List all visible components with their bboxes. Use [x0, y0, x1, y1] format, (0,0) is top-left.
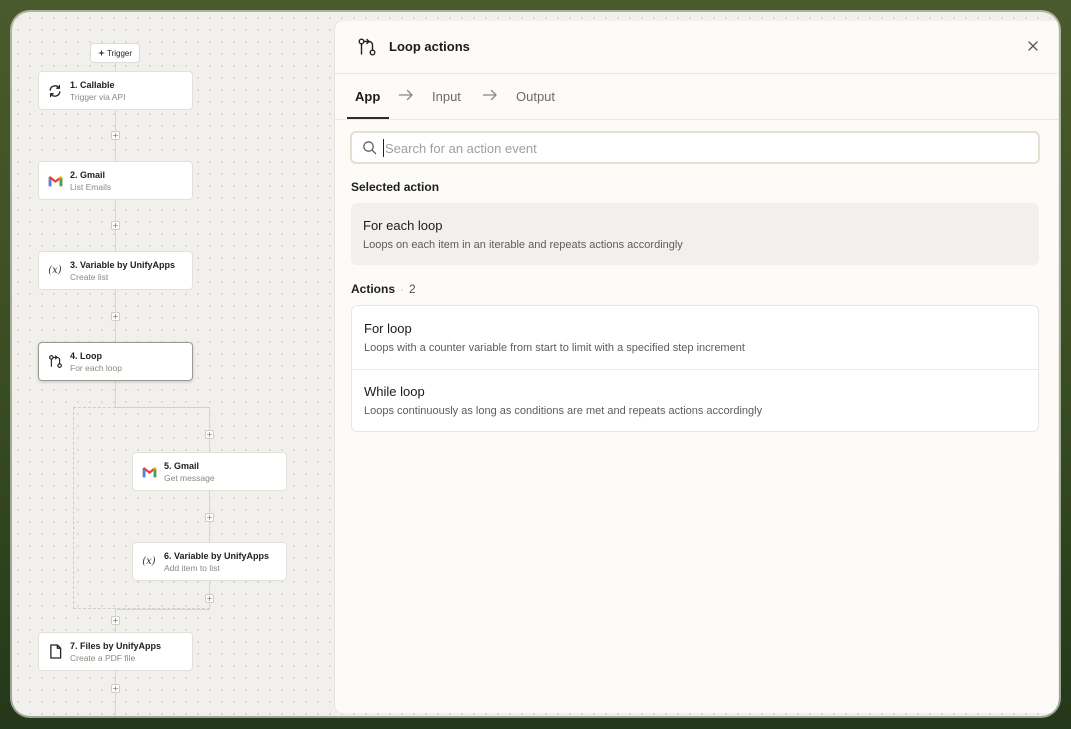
node-subtitle: Create list	[70, 271, 109, 282]
bolt-icon	[97, 49, 105, 57]
workflow-node-variable[interactable]: (x) 6. Variable by UnifyApps Add item to…	[132, 542, 287, 581]
add-step-button[interactable]: +	[111, 684, 120, 693]
action-description: Loops continuously as long as conditions…	[364, 405, 763, 417]
workflow-node-gmail[interactable]: 5. Gmail Get message	[132, 452, 287, 491]
actions-separator: ·	[400, 282, 405, 296]
selected-action-description: Loops on each item in an iterable and re…	[363, 239, 683, 251]
action-description: Loops with a counter variable from start…	[364, 342, 745, 354]
node-subtitle: List Emails	[70, 181, 112, 192]
actions-label: Actions	[351, 282, 396, 296]
close-icon[interactable]	[1026, 39, 1040, 53]
selected-action-title: For each loop	[363, 218, 443, 233]
node-title: 2. Gmail	[70, 169, 106, 180]
tab-app[interactable]: App	[355, 89, 380, 104]
node-title: 6. Variable by UnifyApps	[164, 550, 270, 561]
add-step-button[interactable]: +	[205, 594, 214, 603]
node-subtitle: Add item to list	[164, 562, 220, 573]
selected-action-card[interactable]: For each loop Loops on each item in an i…	[351, 203, 1039, 265]
selected-action-label: Selected action	[351, 180, 440, 194]
workflow-node-callable[interactable]: 1. Callable Trigger via API	[38, 71, 193, 110]
node-title: 5. Gmail	[164, 460, 200, 471]
node-subtitle: Trigger via API	[70, 91, 126, 102]
action-item-for-loop[interactable]: For loop Loops with a counter variable f…	[352, 306, 1038, 369]
search-box[interactable]	[350, 131, 1040, 164]
action-title: While loop	[364, 384, 425, 399]
node-subtitle: Get message	[164, 472, 215, 483]
loop-icon	[358, 38, 376, 56]
search-icon	[363, 141, 377, 155]
workflow-node-loop[interactable]: 4. Loop For each loop	[38, 342, 193, 381]
arrow-right-icon	[482, 89, 497, 101]
panel-tabs: App Input Output	[335, 74, 1058, 120]
variable-icon: (x)	[48, 265, 62, 276]
actions-list: For loop Loops with a counter variable f…	[351, 305, 1039, 432]
node-title: 3. Variable by UnifyApps	[70, 259, 176, 270]
loop-actions-panel: Loop actions App Input Output Selected a…	[335, 21, 1058, 713]
add-step-button[interactable]: +	[111, 616, 120, 625]
node-subtitle: Create a PDF file	[70, 652, 136, 663]
connector	[115, 609, 210, 610]
node-title: 4. Loop	[70, 350, 102, 361]
connector	[115, 381, 116, 408]
add-step-button[interactable]: +	[111, 131, 120, 140]
workflow-node-files[interactable]: 7. Files by UnifyApps Create a PDF file	[38, 632, 193, 671]
panel-header: Loop actions	[335, 21, 1058, 74]
refresh-icon	[47, 83, 63, 99]
node-title: 7. Files by UnifyApps	[70, 640, 162, 651]
search-input[interactable]	[383, 139, 1023, 157]
arrow-right-icon	[398, 89, 413, 101]
app-frame: + + + + + + + + Trigger 1. Callable Trig…	[12, 12, 1059, 716]
workflow-node-variable[interactable]: (x) 3. Variable by UnifyApps Create list	[38, 251, 193, 290]
add-step-button[interactable]: +	[111, 221, 120, 230]
actions-header: Actions · 2	[351, 282, 416, 296]
connector	[115, 671, 116, 716]
node-subtitle: For each loop	[70, 362, 122, 373]
active-tab-indicator	[347, 117, 389, 119]
node-title: 1. Callable	[70, 79, 115, 90]
tab-input[interactable]: Input	[432, 89, 461, 104]
tab-output[interactable]: Output	[516, 89, 555, 104]
action-item-while-loop[interactable]: While loop Loops continuously as long as…	[352, 369, 1038, 431]
actions-count: 2	[409, 282, 416, 296]
workflow-canvas[interactable]: + + + + + + + + Trigger 1. Callable Trig…	[12, 12, 335, 716]
file-icon	[47, 644, 63, 660]
action-title: For loop	[364, 321, 412, 336]
variable-icon: (x)	[142, 556, 156, 567]
workflow-node-gmail[interactable]: 2. Gmail List Emails	[38, 161, 193, 200]
panel-title: Loop actions	[389, 39, 470, 54]
gmail-icon	[47, 173, 63, 189]
add-step-button[interactable]: +	[111, 312, 120, 321]
gmail-icon	[141, 464, 157, 480]
add-step-button[interactable]: +	[205, 513, 214, 522]
trigger-chip[interactable]: Trigger	[90, 43, 140, 63]
add-step-button[interactable]: +	[205, 430, 214, 439]
loop-icon	[47, 354, 63, 370]
trigger-label: Trigger	[106, 48, 133, 58]
